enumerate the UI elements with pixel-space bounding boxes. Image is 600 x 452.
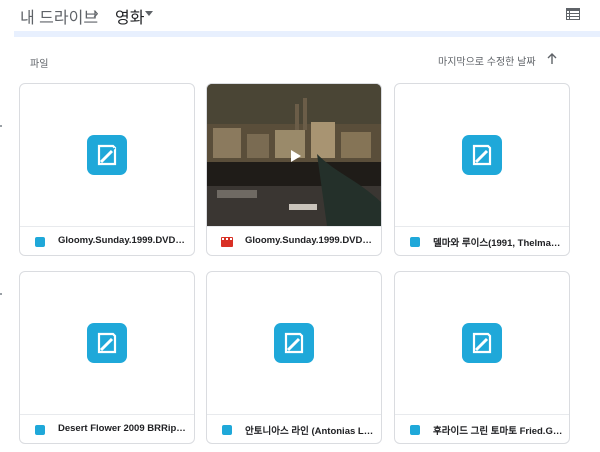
- sort-label[interactable]: 마지막으로 수정한 날짜: [438, 53, 536, 68]
- pen-doc-icon: [410, 237, 420, 247]
- pen-doc-icon: [462, 323, 502, 363]
- file-name: Gloomy.Sunday.1999.DVDrip.XviD.AC3-FFM: [58, 235, 188, 246]
- file-card[interactable]: 안토니아스 라인 (Antonias Line): [206, 271, 382, 444]
- breadcrumb-separator: ›: [93, 3, 99, 22]
- breadcrumb-my-drive[interactable]: 내 드라이브: [20, 4, 98, 28]
- pen-doc-icon: [410, 425, 420, 435]
- breadcrumb-current-folder[interactable]: 영화: [115, 4, 144, 28]
- pen-doc-icon: [222, 425, 232, 435]
- file-card[interactable]: Gloomy.Sunday.1999.DVDrip.XviD.AC3-FFM: [19, 83, 195, 256]
- file-card[interactable]: Gloomy.Sunday.1999.DVDrip.XviD.AC3-FFM: [206, 83, 382, 256]
- file-card-footer: Desert Flower 2009 BRRip 350MB: [20, 414, 194, 443]
- file-thumbnail: [395, 84, 569, 226]
- pen-doc-icon: [87, 323, 127, 363]
- file-name: 델마와 루이스(1991, Thelma & Louise): [433, 238, 563, 249]
- file-thumbnail: [207, 272, 381, 414]
- file-name: Gloomy.Sunday.1999.DVDrip.XviD.AC3-FFM: [245, 235, 375, 246]
- file-card[interactable]: Desert Flower 2009 BRRip 350MB: [19, 271, 195, 444]
- edge-marker: [0, 293, 2, 295]
- file-thumbnail: [20, 272, 194, 414]
- top-bar: 내 드라이브 › 영화: [0, 0, 600, 30]
- file-card-footer: 안토니아스 라인 (Antonias Line): [207, 414, 381, 443]
- file-name: Desert Flower 2009 BRRip 350MB: [58, 423, 188, 434]
- file-card-footer: 델마와 루이스(1991, Thelma & Louise): [395, 226, 569, 255]
- pen-doc-icon: [35, 237, 45, 247]
- clapperboard-icon: [221, 237, 233, 247]
- pen-doc-icon: [35, 425, 45, 435]
- pen-doc-icon: [87, 135, 127, 175]
- file-name: 후라이드 그린 토마토 Fried.Green.Tomatoes: [433, 426, 563, 437]
- pen-doc-icon: [274, 323, 314, 363]
- edge-marker: [0, 125, 2, 127]
- list-view-icon[interactable]: [565, 6, 581, 22]
- section-label-files: 파일: [30, 59, 49, 70]
- file-card-footer: Gloomy.Sunday.1999.DVDrip.XviD.AC3-FFM: [207, 226, 381, 255]
- file-card[interactable]: 후라이드 그린 토마토 Fried.Green.Tomatoes: [394, 271, 570, 444]
- file-thumbnail: [395, 272, 569, 414]
- arrow-up-icon[interactable]: [545, 52, 559, 66]
- file-card-footer: Gloomy.Sunday.1999.DVDrip.XviD.AC3-FFM: [20, 226, 194, 255]
- selection-band: [14, 31, 600, 37]
- chevron-down-icon[interactable]: [145, 11, 153, 16]
- file-card-footer: 후라이드 그린 토마토 Fried.Green.Tomatoes: [395, 414, 569, 443]
- play-icon[interactable]: [285, 146, 305, 166]
- file-card[interactable]: 델마와 루이스(1991, Thelma & Louise): [394, 83, 570, 256]
- pen-doc-icon: [462, 135, 502, 175]
- file-name: 안토니아스 라인 (Antonias Line): [245, 426, 375, 437]
- file-thumbnail: [20, 84, 194, 226]
